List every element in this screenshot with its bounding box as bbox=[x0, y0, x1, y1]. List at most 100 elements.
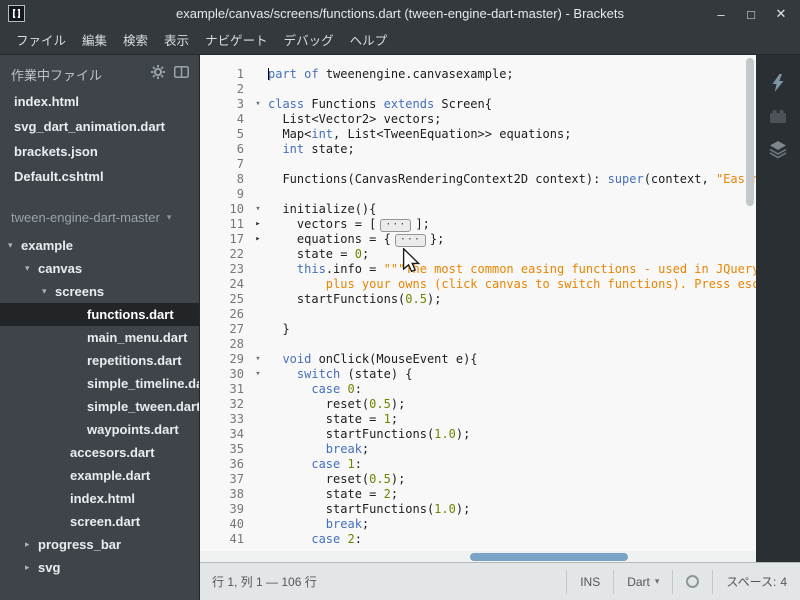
working-file-item[interactable]: brackets.json bbox=[0, 139, 199, 164]
fold-open-icon[interactable]: ▾ bbox=[250, 202, 266, 217]
menubar-item[interactable]: 検索 bbox=[115, 28, 156, 55]
tree-item[interactable]: ▸ svg bbox=[0, 556, 199, 579]
code-text: switch (state) { bbox=[296, 367, 413, 381]
horizontal-scrollbar-thumb[interactable] bbox=[470, 553, 628, 561]
chevron-down-icon[interactable]: ▾ bbox=[8, 234, 21, 257]
maximize-button[interactable]: □ bbox=[736, 0, 766, 28]
code-line[interactable]: 31 case 0: bbox=[200, 382, 756, 397]
folder-name: screens bbox=[55, 284, 105, 299]
code-line[interactable]: 34 startFunctions(1.0); bbox=[200, 427, 756, 442]
tree-item[interactable]: repetitions.dart bbox=[0, 349, 199, 372]
chevron-down-icon[interactable]: ▾ bbox=[25, 257, 38, 280]
code-line[interactable]: 23 this.info = """The most common easing… bbox=[200, 262, 756, 277]
line-number: 30 bbox=[229, 367, 244, 381]
code-line[interactable]: 2 bbox=[200, 82, 756, 97]
code-line[interactable]: 5 Map<int, List<TweenEquation>> equation… bbox=[200, 127, 756, 142]
menubar-item[interactable]: 編集 bbox=[74, 28, 115, 55]
split-view-icon[interactable] bbox=[174, 65, 189, 83]
code-line[interactable]: 7 bbox=[200, 157, 756, 172]
tree-item[interactable]: simple_tween.dart bbox=[0, 395, 199, 418]
fold-gutter bbox=[250, 67, 266, 82]
tree-item[interactable]: screen.dart bbox=[0, 510, 199, 533]
code-line[interactable]: 8 Functions(CanvasRenderingContext2D con… bbox=[200, 172, 756, 187]
fold-gutter bbox=[250, 112, 266, 127]
code-line[interactable]: 35 break; bbox=[200, 442, 756, 457]
language-selector[interactable]: Dart ▾ bbox=[613, 569, 672, 594]
code-text: vectors = [···]; bbox=[268, 217, 430, 232]
live-preview-icon[interactable] bbox=[765, 71, 791, 95]
project-dropdown[interactable]: tween-engine-dart-master ▾ bbox=[0, 205, 199, 229]
tree-item[interactable]: example.dart bbox=[0, 464, 199, 487]
menubar-item[interactable]: 表示 bbox=[156, 28, 197, 55]
code-line[interactable]: 22 state = 0; bbox=[200, 247, 756, 262]
working-file-item[interactable]: Default.cshtml bbox=[0, 164, 199, 189]
tree-item[interactable]: main_menu.dart bbox=[0, 326, 199, 349]
folded-code-marker[interactable]: ··· bbox=[394, 234, 426, 247]
language-label: Dart bbox=[627, 574, 650, 589]
tree-item[interactable]: ▸ progress_bar bbox=[0, 533, 199, 556]
code-line[interactable]: 9 bbox=[200, 187, 756, 202]
code-line[interactable]: 29 ▾ void onClick(MouseEvent e){ bbox=[200, 352, 756, 367]
menubar-item[interactable]: デバッグ bbox=[276, 28, 342, 55]
code-text: } bbox=[268, 322, 290, 336]
code-line[interactable]: 26 bbox=[200, 307, 756, 322]
tree-item[interactable]: index.html bbox=[0, 487, 199, 510]
code-line[interactable]: 30 ▾ switch (state) { bbox=[200, 367, 756, 382]
code-line[interactable]: 6 int state; bbox=[200, 142, 756, 157]
gear-icon[interactable] bbox=[151, 64, 165, 84]
lint-status[interactable] bbox=[672, 569, 712, 594]
code-line[interactable]: 27 } bbox=[200, 322, 756, 337]
tree-item[interactable]: ▾ example bbox=[0, 234, 199, 257]
folded-code-marker[interactable]: ··· bbox=[380, 219, 412, 232]
code-line[interactable]: 25 startFunctions(0.5); bbox=[200, 292, 756, 307]
code-line[interactable]: 39 startFunctions(1.0); bbox=[200, 502, 756, 517]
code-line[interactable]: 38 state = 2; bbox=[200, 487, 756, 502]
working-file-item[interactable]: index.html bbox=[0, 89, 199, 114]
chevron-down-icon[interactable]: ▾ bbox=[42, 280, 55, 303]
fold-open-icon[interactable]: ▾ bbox=[250, 97, 266, 112]
code-line[interactable]: 1 part of tweenengine.canvasexample; bbox=[200, 67, 756, 82]
code-line[interactable]: 4 List<Vector2> vectors; bbox=[200, 112, 756, 127]
fold-open-icon[interactable]: ▾ bbox=[250, 367, 266, 382]
code-line[interactable]: 11 ▸ vectors = [···]; bbox=[200, 217, 756, 232]
minimize-button[interactable]: – bbox=[706, 0, 736, 28]
code-line[interactable]: 36 case 1: bbox=[200, 457, 756, 472]
tree-item[interactable]: accesors.dart bbox=[0, 441, 199, 464]
code-line[interactable]: 37 reset(0.5); bbox=[200, 472, 756, 487]
menubar-item[interactable]: ファイル bbox=[8, 28, 74, 55]
line-number: 38 bbox=[229, 487, 244, 501]
code-line[interactable]: 28 bbox=[200, 337, 756, 352]
code-line[interactable]: 41 case 2: bbox=[200, 532, 756, 547]
extension-manager-icon[interactable] bbox=[765, 104, 791, 128]
chevron-right-icon[interactable]: ▸ bbox=[25, 556, 38, 579]
menubar-item[interactable]: ナビゲート bbox=[197, 28, 276, 55]
code-line[interactable]: 40 break; bbox=[200, 517, 756, 532]
tree-item[interactable]: simple_timeline.dart bbox=[0, 372, 199, 395]
editor-pane[interactable]: 1 part of tweenengine.canvasexample; 2 3 ▾ cl… bbox=[200, 55, 756, 562]
code-line[interactable]: 10 ▾ initialize(){ bbox=[200, 202, 756, 217]
tree-item[interactable]: waypoints.dart bbox=[0, 418, 199, 441]
chevron-right-icon[interactable]: ▸ bbox=[25, 533, 38, 556]
code-line[interactable]: 32 reset(0.5); bbox=[200, 397, 756, 412]
code-line[interactable]: 3 ▾ class Functions extends Screen{ bbox=[200, 97, 756, 112]
code-line[interactable]: 24 plus your owns (click canvas to switc… bbox=[200, 277, 756, 292]
vertical-scrollbar-thumb[interactable] bbox=[746, 58, 754, 206]
code-line[interactable]: 33 state = 1; bbox=[200, 412, 756, 427]
tree-item[interactable]: functions.dart bbox=[0, 303, 199, 326]
overwrite-indicator[interactable]: INS bbox=[566, 569, 613, 594]
fold-collapsed-icon[interactable]: ▸ bbox=[250, 217, 266, 232]
menubar-item[interactable]: ヘルプ bbox=[342, 28, 396, 55]
layers-icon[interactable] bbox=[765, 137, 791, 161]
tree-item[interactable]: ▾ screens bbox=[0, 280, 199, 303]
indent-setting[interactable]: スペース: 4 bbox=[712, 569, 800, 594]
fold-collapsed-icon[interactable]: ▸ bbox=[250, 232, 266, 247]
tree-item[interactable]: ▾ canvas bbox=[0, 257, 199, 280]
fold-gutter bbox=[250, 337, 266, 352]
code-line[interactable]: 17 ▸ equations = {···}; bbox=[200, 232, 756, 247]
fold-gutter bbox=[250, 502, 266, 517]
horizontal-scrollbar[interactable] bbox=[200, 551, 756, 562]
file-name: simple_timeline.dart bbox=[87, 376, 199, 391]
working-file-item[interactable]: svg_dart_animation.dart bbox=[0, 114, 199, 139]
fold-open-icon[interactable]: ▾ bbox=[250, 352, 266, 367]
close-button[interactable]: ✕ bbox=[766, 0, 796, 28]
